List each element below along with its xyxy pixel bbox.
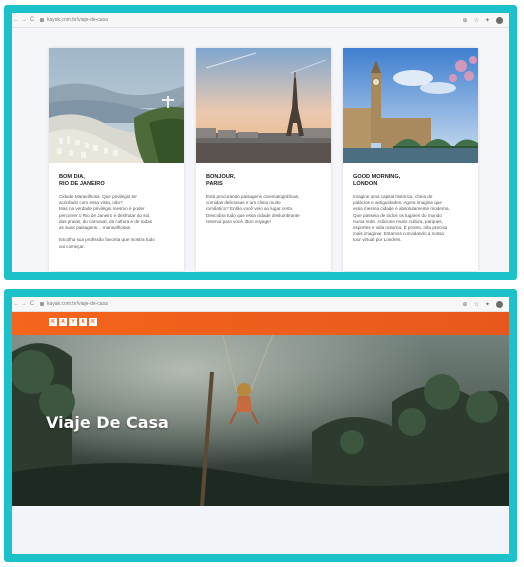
screenshot-frame-bottom: ← → C kayak.com.br/viaje-de-casa ⊕ ☆ ✦ K… bbox=[4, 289, 517, 562]
reload-icon[interactable]: C bbox=[28, 17, 36, 23]
url-text: kayak.com.br/viaje-de-casa bbox=[47, 17, 108, 23]
hero-title: Viaje De Casa bbox=[46, 413, 169, 432]
destination-card[interactable]: GOOD MORNING, LONDON Imagine uma capital… bbox=[343, 48, 478, 271]
london-image bbox=[343, 48, 478, 163]
reload-icon[interactable]: C bbox=[28, 301, 36, 307]
address-bar[interactable]: kayak.com.br/viaje-de-casa bbox=[40, 301, 463, 307]
extension-area: ⊕ ☆ ✦ bbox=[463, 300, 503, 308]
rio-de-janeiro-image bbox=[49, 48, 184, 163]
forward-icon[interactable]: → bbox=[20, 301, 28, 307]
star-icon[interactable]: ☆ bbox=[474, 301, 479, 308]
logo-letter: K bbox=[49, 318, 57, 326]
card-description: Cidade Maravilhosa. Que privilégio ter a… bbox=[59, 194, 155, 249]
page-content: BOM DIA, RIO DE JANEIRO Cidade Maravilho… bbox=[12, 28, 509, 272]
destination-cards: BOM DIA, RIO DE JANEIRO Cidade Maravilho… bbox=[49, 48, 478, 271]
share-icon[interactable]: ⊕ bbox=[463, 301, 468, 308]
star-icon[interactable]: ☆ bbox=[474, 17, 479, 24]
card-title: BOM DIA, RIO DE JANEIRO bbox=[59, 174, 105, 187]
destination-card[interactable]: BOM DIA, RIO DE JANEIRO Cidade Maravilho… bbox=[49, 48, 184, 271]
back-icon[interactable]: ← bbox=[12, 17, 20, 23]
profile-avatar[interactable] bbox=[496, 300, 503, 308]
browser-window-top: ← → C kayak.com.br/viaje-de-casa ⊕ ☆ ✦ B… bbox=[12, 13, 509, 272]
browser-toolbar: ← → C kayak.com.br/viaje-de-casa ⊕ ☆ ✦ bbox=[12, 297, 509, 312]
logo-letter: A bbox=[59, 318, 67, 326]
browser-toolbar: ← → C kayak.com.br/viaje-de-casa ⊕ ☆ ✦ bbox=[12, 13, 509, 28]
logo-letter: K bbox=[89, 318, 97, 326]
logo-letter: Y bbox=[69, 318, 77, 326]
card-description: Está procurando paisagens cinematográfic… bbox=[206, 194, 300, 224]
extension-area: ⊕ ☆ ✦ bbox=[463, 16, 503, 24]
logo-letter: A bbox=[79, 318, 87, 326]
forward-icon[interactable]: → bbox=[20, 17, 28, 23]
url-text: kayak.com.br/viaje-de-casa bbox=[47, 301, 108, 307]
extensions-icon[interactable]: ✦ bbox=[485, 17, 490, 24]
address-bar[interactable]: kayak.com.br/viaje-de-casa bbox=[40, 17, 463, 23]
hero-banner bbox=[12, 312, 509, 506]
back-icon[interactable]: ← bbox=[12, 301, 20, 307]
screenshot-frame-top: ← → C kayak.com.br/viaje-de-casa ⊕ ☆ ✦ B… bbox=[4, 5, 517, 280]
brand-header: K A Y A K bbox=[12, 312, 509, 335]
lock-icon bbox=[40, 18, 44, 22]
profile-avatar[interactable] bbox=[496, 16, 503, 24]
lock-icon bbox=[40, 302, 44, 306]
browser-window-bottom: ← → C kayak.com.br/viaje-de-casa ⊕ ☆ ✦ K… bbox=[12, 297, 509, 554]
card-title: GOOD MORNING, LONDON bbox=[353, 174, 401, 187]
destination-card[interactable]: BONJOUR, PARIS Está procurando paisagens… bbox=[196, 48, 331, 271]
page-section-below-hero bbox=[12, 506, 509, 554]
card-description: Imagine uma capital histórica, cheia de … bbox=[353, 194, 450, 243]
paris-image bbox=[196, 48, 331, 163]
share-icon[interactable]: ⊕ bbox=[463, 17, 468, 24]
kayak-logo[interactable]: K A Y A K bbox=[49, 318, 97, 326]
card-title: BONJOUR, PARIS bbox=[206, 174, 236, 187]
extensions-icon[interactable]: ✦ bbox=[485, 301, 490, 308]
